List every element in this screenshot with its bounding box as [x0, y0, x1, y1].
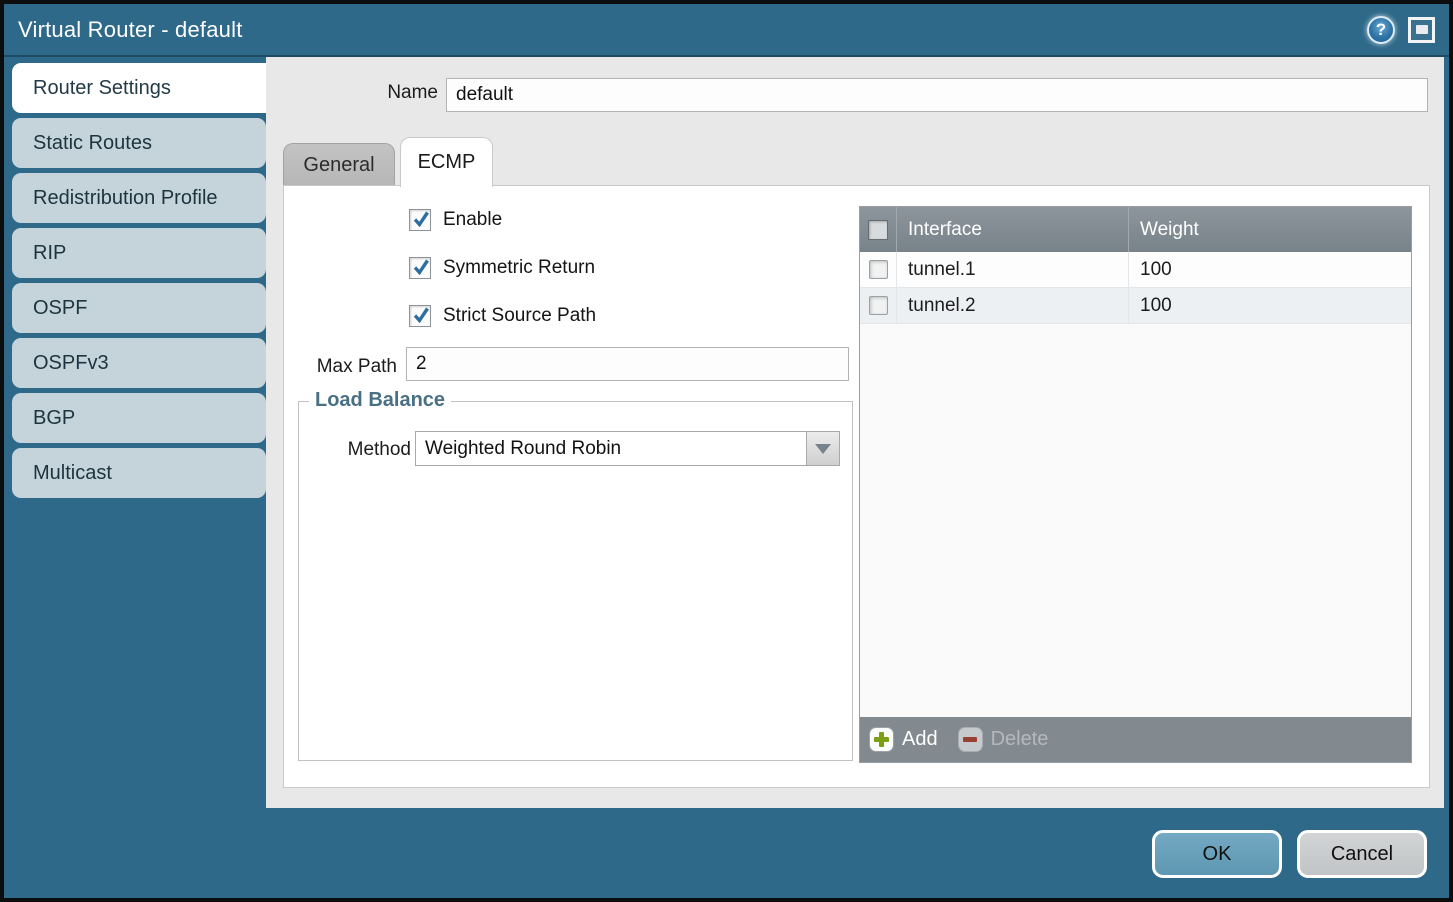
method-select-value: Weighted Round Robin	[416, 432, 806, 465]
sidebar-item-router-settings[interactable]: Router Settings	[12, 63, 280, 113]
table-row[interactable]: tunnel.2100	[860, 288, 1411, 324]
virtual-router-dialog: Virtual Router - default ? Router Settin…	[0, 0, 1453, 902]
ok-button[interactable]: OK	[1152, 830, 1282, 878]
load-balance-fieldset: Load Balance Method Weighted Round Robin	[298, 401, 853, 761]
delete-minus-icon	[958, 727, 983, 752]
select-all-checkbox[interactable]	[868, 220, 888, 240]
content-area: Name General ECMP Enable Symmetric Return…	[266, 57, 1444, 808]
enable-checkbox[interactable]	[409, 209, 431, 231]
cell-weight: 100	[1129, 288, 1411, 323]
checkbox-label: Strict Source Path	[443, 305, 596, 327]
sidebar-item-multicast[interactable]: Multicast	[12, 448, 266, 498]
symmetric-return-checkbox[interactable]	[409, 257, 431, 279]
sidebar-item-ospfv3[interactable]: OSPFv3	[12, 338, 266, 388]
strict-source-path-checkbox[interactable]	[409, 305, 431, 327]
table-row[interactable]: tunnel.1100	[860, 252, 1411, 288]
add-plus-icon	[869, 727, 894, 752]
sidebar-item-ospf[interactable]: OSPF	[12, 283, 266, 333]
checkbox-label: Enable	[443, 209, 502, 231]
sidebar-item-static-routes[interactable]: Static Routes	[12, 118, 266, 168]
name-input[interactable]	[446, 78, 1428, 112]
interface-table-empty-space	[860, 324, 1411, 717]
interface-table-header: Interface Weight	[860, 207, 1411, 252]
load-balance-legend: Load Balance	[309, 389, 451, 412]
checkbox-row: Strict Source Path	[409, 303, 596, 329]
max-path-input[interactable]	[406, 347, 849, 381]
help-icon[interactable]: ?	[1367, 16, 1395, 44]
checkbox-label: Symmetric Return	[443, 257, 595, 279]
tab-general[interactable]: General	[283, 143, 395, 186]
chevron-down-icon	[815, 444, 831, 454]
sidebar-item-redistribution-profile[interactable]: Redistribution Profile	[12, 173, 266, 223]
cell-weight: 100	[1129, 252, 1411, 287]
cancel-button[interactable]: Cancel	[1297, 830, 1427, 878]
popout-window-icon[interactable]	[1408, 17, 1435, 43]
ecmp-checkbox-list: Enable Symmetric Return Strict Source Path	[409, 207, 596, 351]
sidebar-item-bgp[interactable]: BGP	[12, 393, 266, 443]
ecmp-tab-panel: Enable Symmetric Return Strict Source Path…	[283, 185, 1430, 788]
interface-table-toolbar: Add Delete	[860, 717, 1411, 762]
interface-table: Interface Weight tunnel.1100tunnel.2100 …	[859, 206, 1412, 763]
checkbox-row: Enable	[409, 207, 596, 233]
tab-ecmp[interactable]: ECMP	[400, 137, 493, 187]
max-path-label: Max Path	[309, 356, 397, 378]
column-header-interface: Interface	[897, 207, 1129, 252]
popout-inner-rect	[1416, 25, 1428, 34]
row-checkbox[interactable]	[869, 296, 888, 315]
add-button[interactable]: Add	[869, 727, 938, 752]
name-label: Name	[366, 82, 438, 104]
titlebar: Virtual Router - default ?	[4, 4, 1449, 57]
dialog-title: Virtual Router - default	[18, 17, 243, 43]
cell-interface: tunnel.1	[897, 252, 1129, 287]
column-header-weight: Weight	[1129, 207, 1411, 252]
checkbox-row: Symmetric Return	[409, 255, 596, 281]
sidebar: Router SettingsStatic RoutesRedistributi…	[12, 63, 266, 503]
interface-table-body: tunnel.1100tunnel.2100	[860, 252, 1411, 324]
titlebar-icons: ?	[1367, 16, 1435, 44]
row-checkbox[interactable]	[869, 260, 888, 279]
delete-button[interactable]: Delete	[958, 727, 1049, 752]
method-label: Method	[319, 439, 411, 461]
method-select[interactable]: Weighted Round Robin	[415, 431, 840, 466]
method-dropdown-button[interactable]	[806, 432, 839, 465]
cell-interface: tunnel.2	[897, 288, 1129, 323]
sidebar-item-rip[interactable]: RIP	[12, 228, 266, 278]
